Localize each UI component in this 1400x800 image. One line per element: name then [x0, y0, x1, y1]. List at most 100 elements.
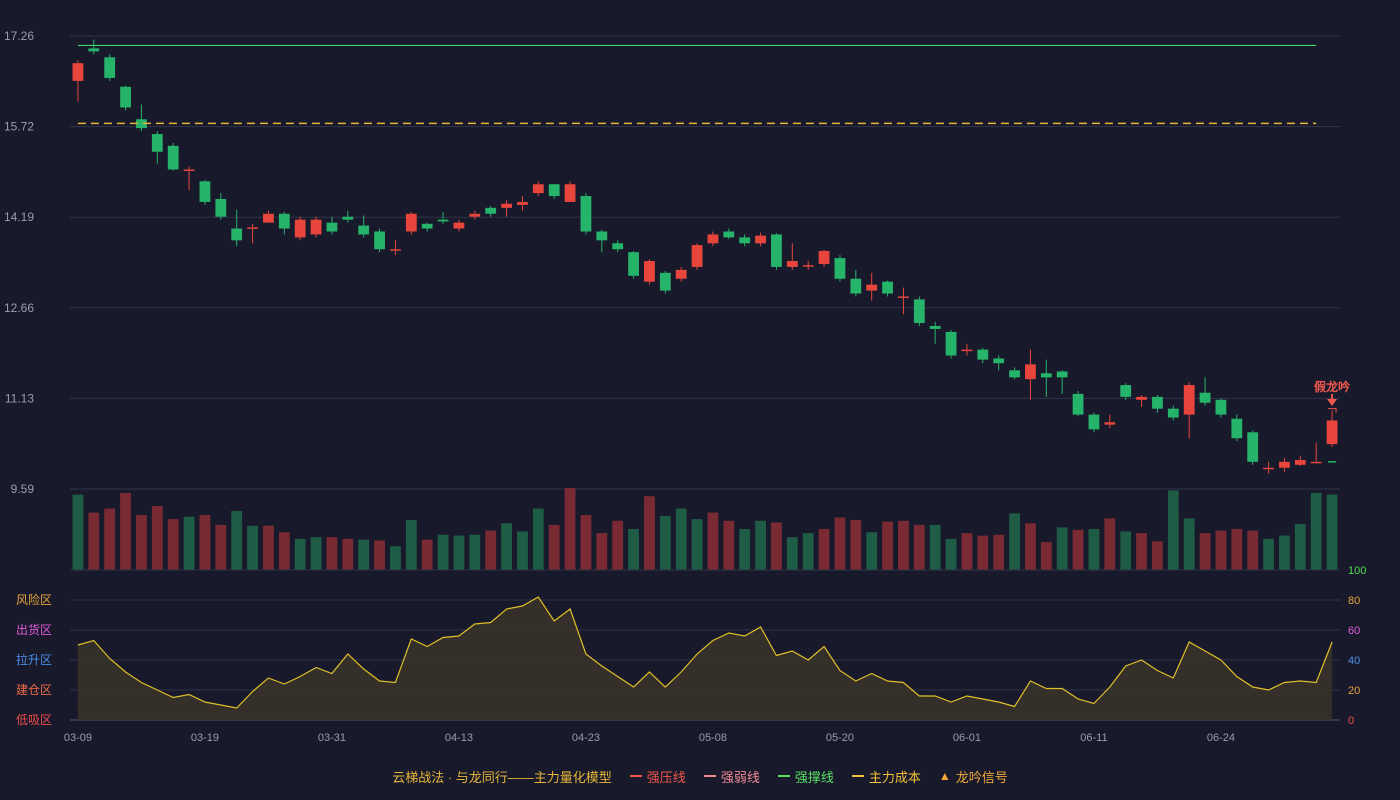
support-resistance-lines — [77, 44, 1317, 125]
volume-bar — [1136, 533, 1147, 570]
candle-body — [167, 145, 179, 170]
volume-bar — [278, 532, 290, 570]
candle-body — [1199, 392, 1211, 403]
volume-bar — [167, 519, 179, 570]
score-area — [77, 597, 1333, 720]
volume-bar — [136, 515, 147, 570]
candle-body — [1294, 460, 1306, 465]
candle-body — [421, 223, 433, 229]
zone-label: 建仓区 — [16, 683, 52, 697]
volume-bar — [723, 520, 735, 570]
volume-bar — [993, 534, 1005, 570]
candle-body — [151, 134, 163, 152]
legend-marker — [777, 775, 790, 777]
volume-bar — [1088, 529, 1100, 570]
volume-bar — [1056, 527, 1068, 570]
zone-label: 风险区 — [16, 592, 52, 607]
candle-body — [739, 237, 751, 244]
candle-body — [707, 234, 719, 244]
volume-bar — [961, 533, 973, 570]
candle-body — [596, 231, 608, 241]
date-tick-label: 03-09 — [64, 732, 92, 744]
date-tick-label: 03-31 — [318, 732, 346, 744]
candle-body — [644, 261, 655, 282]
legend-item: 强撑线 — [777, 767, 834, 786]
candle-body — [263, 213, 274, 223]
date-tick-label: 04-13 — [445, 732, 473, 744]
candle-body — [548, 184, 560, 197]
volume-bar — [247, 525, 258, 570]
legend-label: 强弱线 — [720, 769, 760, 785]
volume-bar — [771, 522, 782, 570]
candle-body — [1183, 385, 1195, 415]
legend-item: 强压线 — [629, 767, 686, 786]
score-tick-label: 40 — [1348, 655, 1360, 667]
candle-body — [580, 196, 592, 232]
legend-marker — [629, 775, 642, 777]
volume-bar — [294, 538, 306, 570]
volume-bar — [564, 488, 576, 570]
price-axis: 17.26 15.72 14.19 12.66 11.13 9.59 — [4, 29, 34, 496]
volume-bar — [405, 519, 417, 570]
candle-body — [1025, 364, 1036, 380]
volume-bar — [263, 525, 274, 570]
volume-bar — [580, 515, 592, 570]
volume-bars — [72, 488, 1338, 570]
candle-body — [834, 258, 846, 279]
volume-bar — [231, 510, 243, 570]
candle-body — [898, 296, 909, 298]
volume-bar — [437, 534, 449, 570]
candle-body — [390, 249, 401, 251]
candle-body — [1263, 467, 1274, 470]
price-tick-label: 15.72 — [4, 120, 34, 134]
volume-bar — [1247, 530, 1259, 570]
candle-body — [866, 284, 878, 291]
volume-bar — [72, 494, 84, 570]
volume-bar — [120, 492, 131, 570]
candle-body — [310, 219, 322, 235]
candle-body — [342, 216, 354, 220]
candle-body — [517, 201, 528, 205]
legend-item: 强弱线 — [703, 767, 760, 786]
volume-bar — [501, 523, 512, 570]
candle-body — [1310, 461, 1322, 464]
legend-marker — [851, 775, 864, 777]
volume-bar — [755, 520, 766, 570]
candle-body — [72, 63, 84, 81]
candle-body — [215, 199, 227, 217]
candle-body — [691, 245, 703, 267]
candle-body — [961, 349, 973, 352]
candle-body — [1040, 373, 1052, 378]
zone-label: 出货区 — [16, 622, 52, 637]
candle-body — [453, 222, 465, 229]
price-tick-label: 14.19 — [4, 210, 34, 224]
volume-bar — [374, 540, 385, 570]
volume-bar — [199, 515, 211, 570]
candle-body — [374, 231, 385, 250]
price-tick-label: 17.26 — [4, 29, 34, 43]
candle-body — [326, 222, 338, 232]
legend-label: 龙吟信号 — [955, 769, 1008, 785]
volume-bar — [1025, 523, 1036, 570]
volume-bar — [596, 533, 608, 570]
legend: 云梯战法 · 与龙同行——主力量化模型 强压线 强弱线 强撑线 主力成本 ▲ 龙吟信号 — [0, 764, 1400, 788]
candle-body — [247, 227, 258, 229]
candle-body — [786, 261, 798, 267]
volume-bar — [898, 520, 909, 570]
date-tick-label: 05-20 — [826, 732, 854, 744]
volume-bar — [739, 529, 751, 570]
legend-label: 强撑线 — [794, 769, 834, 785]
candle-body — [501, 203, 512, 208]
volume-bar — [1152, 541, 1163, 570]
volume-bar — [1072, 529, 1084, 570]
volume-bar — [977, 535, 989, 570]
volume-bar — [548, 524, 560, 570]
candle-body — [977, 349, 989, 360]
volume-bar — [818, 529, 830, 570]
volume-bar — [151, 506, 163, 570]
candle-body — [120, 86, 131, 108]
candle-body — [1072, 393, 1084, 415]
volume-bar — [215, 524, 227, 570]
candle-body — [850, 278, 862, 294]
candle-body — [104, 57, 116, 78]
